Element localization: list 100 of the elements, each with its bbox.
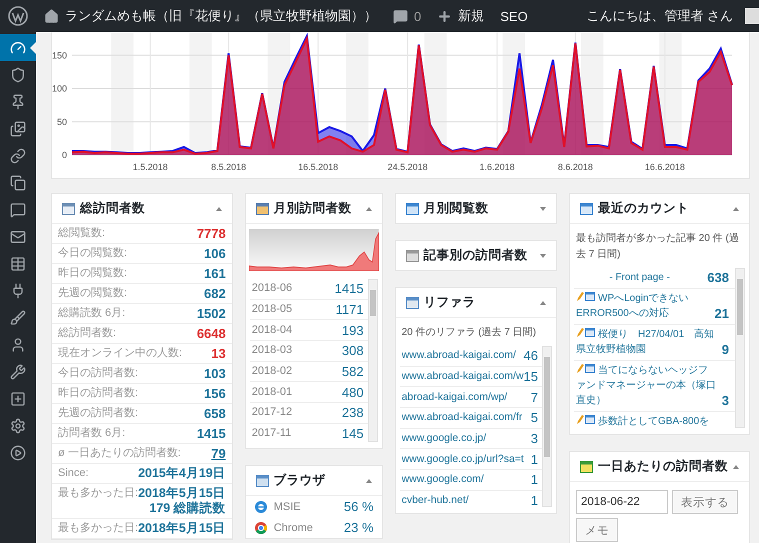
stat-label: 今日の訪問者数: — [58, 366, 138, 381]
widget-title: リファラ — [424, 294, 477, 311]
toggle-arrow-icon[interactable] — [733, 464, 739, 468]
month-count: 480 — [342, 384, 364, 400]
widget-icon — [256, 474, 269, 486]
seo-link[interactable]: SEO — [500, 8, 528, 24]
stat-value: 682 — [204, 286, 226, 301]
post-link[interactable]: - Front page - — [576, 270, 704, 285]
widget-icon — [580, 202, 593, 214]
axis-label: 0 — [62, 150, 67, 160]
show-button[interactable]: 表示する — [672, 490, 738, 514]
referrer-link[interactable]: www.abroad-kaigai.com/fr — [402, 410, 522, 426]
referrer-count: 1 — [530, 452, 538, 467]
axis-label: 8.5.2018 — [211, 162, 246, 172]
browser-circle-icon — [254, 520, 268, 534]
referrer-link[interactable]: abroad-kaigai.com/wp/ — [402, 390, 508, 405]
referrer-link[interactable]: www.google.co.jp/url?sa=t — [402, 452, 524, 467]
user-icon — [10, 336, 26, 352]
stat-label: 昨日の閲覧数: — [58, 266, 128, 281]
stat-value: 106 — [204, 246, 226, 261]
table-icon — [10, 256, 26, 272]
scrollbar[interactable] — [735, 268, 745, 428]
browser-share: 56 % — [344, 499, 374, 514]
toggle-arrow-icon[interactable] — [366, 478, 372, 482]
settings-icon — [10, 418, 26, 434]
browser-share: 23 % — [344, 520, 374, 535]
month-label: 2018-02 — [252, 364, 292, 380]
sidebar-item[interactable] — [0, 34, 36, 61]
axis-label: 24.5.2018 — [388, 162, 428, 172]
toggle-arrow-icon[interactable] — [216, 206, 222, 210]
post-link[interactable]: 当てにならないヘッジファンドマネージャーの本（塚口直史） — [576, 363, 718, 408]
stat-note: 179 総購読数 — [149, 501, 226, 516]
axis-label: 50 — [56, 116, 67, 127]
scrollbar[interactable] — [542, 346, 552, 507]
scrollbar[interactable] — [368, 279, 378, 442]
pages-icon — [10, 174, 26, 190]
referrer-count: 5 — [530, 410, 538, 426]
referrer-count: 3 — [530, 431, 538, 446]
toggle-arrow-icon[interactable] — [540, 206, 546, 210]
browser-name: MSIE — [274, 500, 302, 512]
month-label: 2018-01 — [252, 384, 292, 400]
widget-icon — [406, 202, 419, 214]
toggle-arrow-icon[interactable] — [540, 254, 546, 258]
referrer-link[interactable]: www.abroad-kaigai.com/ — [402, 348, 516, 364]
post-link[interactable]: WPへLoginできない ERROR500への対応 — [576, 291, 711, 321]
stat-label: ø 一日あたりの訪問者数: — [58, 446, 181, 461]
stat-value: 7778 — [196, 226, 226, 241]
stat-value: 1502 — [196, 306, 226, 321]
recent-summary: 最も訪問者が多かった記事 20 件 (過去 7 日間) — [575, 232, 740, 262]
month-label: 2018-03 — [252, 343, 292, 358]
toggle-arrow-icon[interactable] — [540, 300, 546, 304]
stat-value: 103 — [204, 366, 226, 381]
pencil-doc-icon — [576, 414, 596, 425]
referrer-link[interactable]: cvber-hub.net/ — [402, 493, 469, 507]
stat-value: 1415 — [196, 426, 226, 441]
greeting-link[interactable]: こんにちは、管理者 さん — [586, 7, 733, 25]
widget-title: 総訪問者数 — [80, 200, 146, 217]
wrench-icon — [10, 364, 26, 380]
pencil-doc-icon — [576, 291, 596, 302]
stat-label: 総閲覧数: — [58, 226, 106, 241]
stat-label: 最も多かった日: — [58, 521, 138, 536]
pin-icon — [10, 94, 26, 110]
stat-value: 161 — [204, 266, 226, 281]
referrer-link[interactable]: www.google.co.jp/ — [402, 431, 486, 446]
comment-count[interactable]: 0 — [414, 8, 422, 24]
axis-label: 8.6.2018 — [558, 162, 593, 172]
link-icon — [10, 148, 26, 164]
logo-icon[interactable] — [8, 6, 28, 26]
axis-label: 16.6.2018 — [644, 162, 685, 172]
widget-icon — [256, 202, 269, 214]
stat-date: 2018年5月15日 — [138, 521, 226, 536]
widget-title: 最近のカウント — [598, 200, 690, 217]
month-label: 2017-11 — [252, 426, 292, 442]
add-icon — [10, 390, 26, 406]
memo-button[interactable]: メモ — [576, 518, 618, 542]
new-link[interactable]: 新規 — [458, 7, 484, 25]
post-link[interactable]: 歩数計としてGBA-800を — [576, 414, 733, 428]
images-icon — [10, 120, 26, 136]
toggle-arrow-icon[interactable] — [366, 206, 372, 210]
toggle-arrow-icon[interactable] — [733, 206, 739, 210]
referrer-link[interactable]: www.google.com/ — [402, 472, 484, 488]
widget-title: 記事別の訪問者数 — [424, 247, 529, 264]
date-field[interactable]: 2018-06-22 — [576, 490, 668, 514]
site-title-link[interactable]: ランダムめも帳（旧『花便り』（県立牧野植物園）） — [65, 7, 377, 25]
brush-icon — [10, 310, 26, 326]
stat-label: 訪問者数 6月: — [58, 426, 126, 441]
play-icon — [10, 444, 26, 460]
browser-name: Chrome — [274, 522, 314, 534]
axis-label: 100 — [52, 84, 67, 94]
referrer-count: 46 — [524, 348, 538, 364]
home-icon — [44, 8, 59, 24]
referrer-link[interactable]: www.abroad-kaigai.com/w — [402, 369, 524, 384]
post-link[interactable]: 桜便り H27/04/01 高知県立牧野植物園 — [576, 327, 718, 357]
stat-label: 総購読数 6月: — [58, 306, 126, 321]
month-label: 2018-05 — [252, 302, 292, 318]
stat-link[interactable]: 79 — [211, 446, 226, 461]
mail-icon — [10, 228, 26, 244]
post-count: 21 — [714, 306, 730, 321]
stat-value: 156 — [204, 386, 226, 401]
stat-label: 今日の閲覧数: — [58, 246, 128, 261]
